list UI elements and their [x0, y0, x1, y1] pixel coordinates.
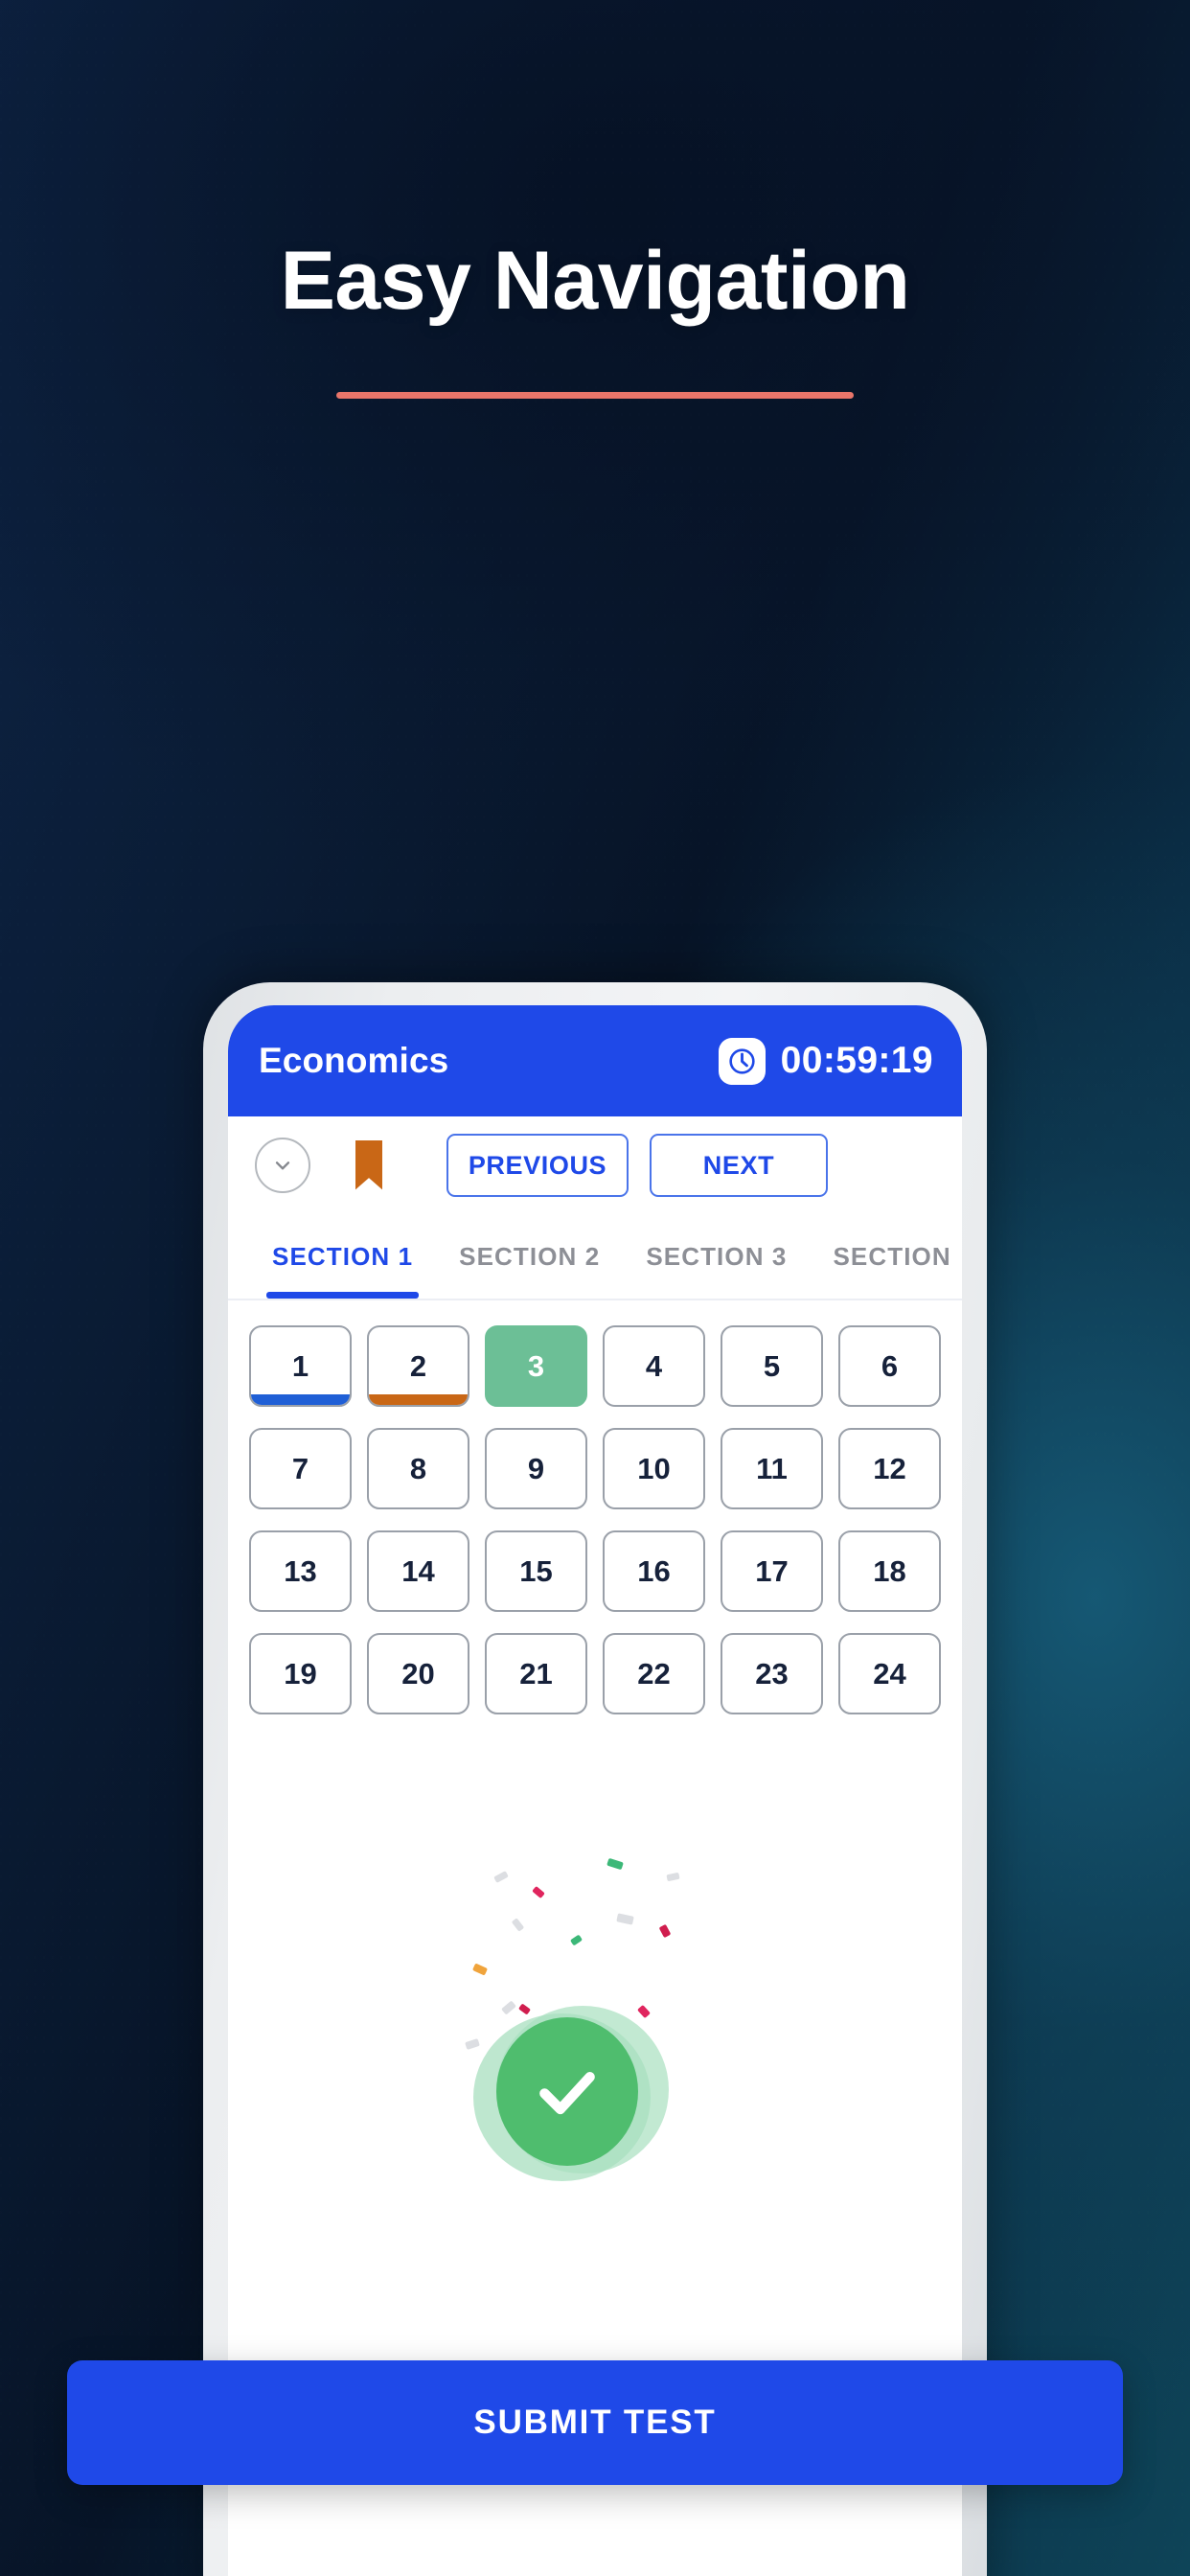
question-cell[interactable]: 20 — [367, 1633, 469, 1714]
question-number: 17 — [755, 1553, 789, 1588]
question-cell[interactable]: 7 — [249, 1428, 352, 1509]
question-number: 4 — [645, 1348, 663, 1383]
phone-screen: Economics 00:59:19 PREVIOUS NEXT SECTION… — [228, 1005, 962, 2576]
tab-section-1[interactable]: SECTION 1 — [249, 1214, 436, 1299]
check-circle-icon — [496, 2017, 638, 2166]
question-cell[interactable]: 2 — [367, 1325, 469, 1407]
question-number: 8 — [409, 1451, 427, 1485]
question-number: 6 — [881, 1348, 899, 1383]
title-divider — [336, 392, 854, 400]
question-cell[interactable]: 23 — [721, 1633, 823, 1714]
question-number: 11 — [756, 1451, 788, 1485]
question-cell[interactable]: 9 — [485, 1428, 587, 1509]
submit-test-button[interactable]: SUBMIT TEST — [67, 2360, 1123, 2485]
phone-mockup-frame: Economics 00:59:19 PREVIOUS NEXT SECTION… — [203, 982, 987, 2576]
section-tabs: SECTION 1 SECTION 2 SECTION 3 SECTION — [228, 1214, 962, 1300]
question-status-bar — [369, 1394, 468, 1405]
question-number: 5 — [763, 1348, 781, 1383]
question-grid: 1 2 3 4 5 6 7 8 9 10 11 12 13 14 15 16 17 18 19 20 21 22 23 24 — [249, 1325, 941, 1714]
question-number: 7 — [291, 1451, 309, 1485]
timer-group: 00:59:19 — [718, 1037, 933, 1085]
question-cell[interactable]: 24 — [838, 1633, 941, 1714]
question-number: 13 — [284, 1553, 317, 1588]
question-number: 18 — [873, 1553, 906, 1588]
question-cell[interactable]: 17 — [721, 1530, 823, 1612]
page-title: Easy Navigation — [280, 235, 910, 327]
question-status-bar — [251, 1394, 350, 1405]
question-cell[interactable]: 18 — [838, 1530, 941, 1612]
question-number: 15 — [519, 1553, 553, 1588]
question-cell[interactable]: 15 — [485, 1530, 587, 1612]
question-cell[interactable]: 6 — [838, 1325, 941, 1407]
question-number: 23 — [755, 1656, 789, 1690]
question-cell[interactable]: 13 — [249, 1530, 352, 1612]
question-number: 21 — [519, 1656, 553, 1690]
subject-title: Economics — [259, 1041, 449, 1080]
question-number: 24 — [873, 1656, 906, 1690]
confetti-piece — [616, 1913, 634, 1925]
confetti-piece — [471, 1963, 489, 1976]
question-grid-container: 1 2 3 4 5 6 7 8 9 10 11 12 13 14 15 16 17 18 19 20 21 22 23 24 — [228, 1300, 962, 1728]
question-number: 1 — [291, 1348, 309, 1383]
question-cell[interactable]: 19 — [249, 1633, 352, 1714]
question-cell[interactable]: 21 — [485, 1633, 587, 1714]
question-number: 14 — [401, 1553, 435, 1588]
confetti-piece — [517, 2003, 532, 2015]
question-number: 9 — [527, 1451, 545, 1485]
question-cell[interactable]: 10 — [603, 1428, 705, 1509]
next-button[interactable]: NEXT — [650, 1134, 828, 1197]
question-number: 22 — [637, 1656, 671, 1690]
question-toolbar: PREVIOUS NEXT — [228, 1116, 962, 1214]
countdown-timer: 00:59:19 — [780, 1040, 933, 1081]
question-cell[interactable]: 8 — [367, 1428, 469, 1509]
question-cell[interactable]: 3 — [485, 1325, 587, 1407]
confetti-piece — [606, 1857, 624, 1871]
confetti-piece — [532, 1885, 545, 1899]
previous-button[interactable]: PREVIOUS — [446, 1134, 629, 1197]
hero-section: Easy Navigation — [0, 0, 1190, 400]
question-number: 16 — [637, 1553, 671, 1588]
confetti-piece — [658, 1923, 672, 1939]
question-cell[interactable]: 1 — [249, 1325, 352, 1407]
confetti-piece — [493, 1871, 509, 1883]
question-number: 20 — [401, 1656, 435, 1690]
question-cell[interactable]: 12 — [838, 1428, 941, 1509]
question-cell[interactable]: 14 — [367, 1530, 469, 1612]
question-cell[interactable]: 11 — [721, 1428, 823, 1509]
chevron-down-icon[interactable] — [255, 1138, 310, 1193]
tab-section-4[interactable]: SECTION — [810, 1214, 962, 1299]
bookmark-icon[interactable] — [335, 1138, 402, 1192]
confetti-piece — [569, 1934, 584, 1946]
question-number: 3 — [527, 1348, 545, 1383]
question-cell[interactable]: 16 — [603, 1530, 705, 1612]
confetti-piece — [511, 1918, 525, 1932]
question-number: 19 — [284, 1656, 317, 1690]
clock-icon — [718, 1037, 766, 1085]
question-number: 12 — [873, 1451, 906, 1485]
confetti-piece — [637, 2004, 651, 2019]
confetti-piece — [666, 1872, 680, 1882]
tab-section-3[interactable]: SECTION 3 — [623, 1214, 810, 1299]
app-bar: Economics 00:59:19 — [228, 1005, 962, 1116]
question-number: 10 — [637, 1451, 671, 1485]
question-number: 2 — [409, 1348, 427, 1383]
confetti-piece — [501, 2000, 516, 2015]
success-stage — [437, 1852, 753, 2181]
question-cell[interactable]: 4 — [603, 1325, 705, 1407]
tab-section-2[interactable]: SECTION 2 — [436, 1214, 623, 1299]
question-cell[interactable]: 22 — [603, 1633, 705, 1714]
question-cell[interactable]: 5 — [721, 1325, 823, 1407]
confetti-piece — [465, 2038, 480, 2050]
